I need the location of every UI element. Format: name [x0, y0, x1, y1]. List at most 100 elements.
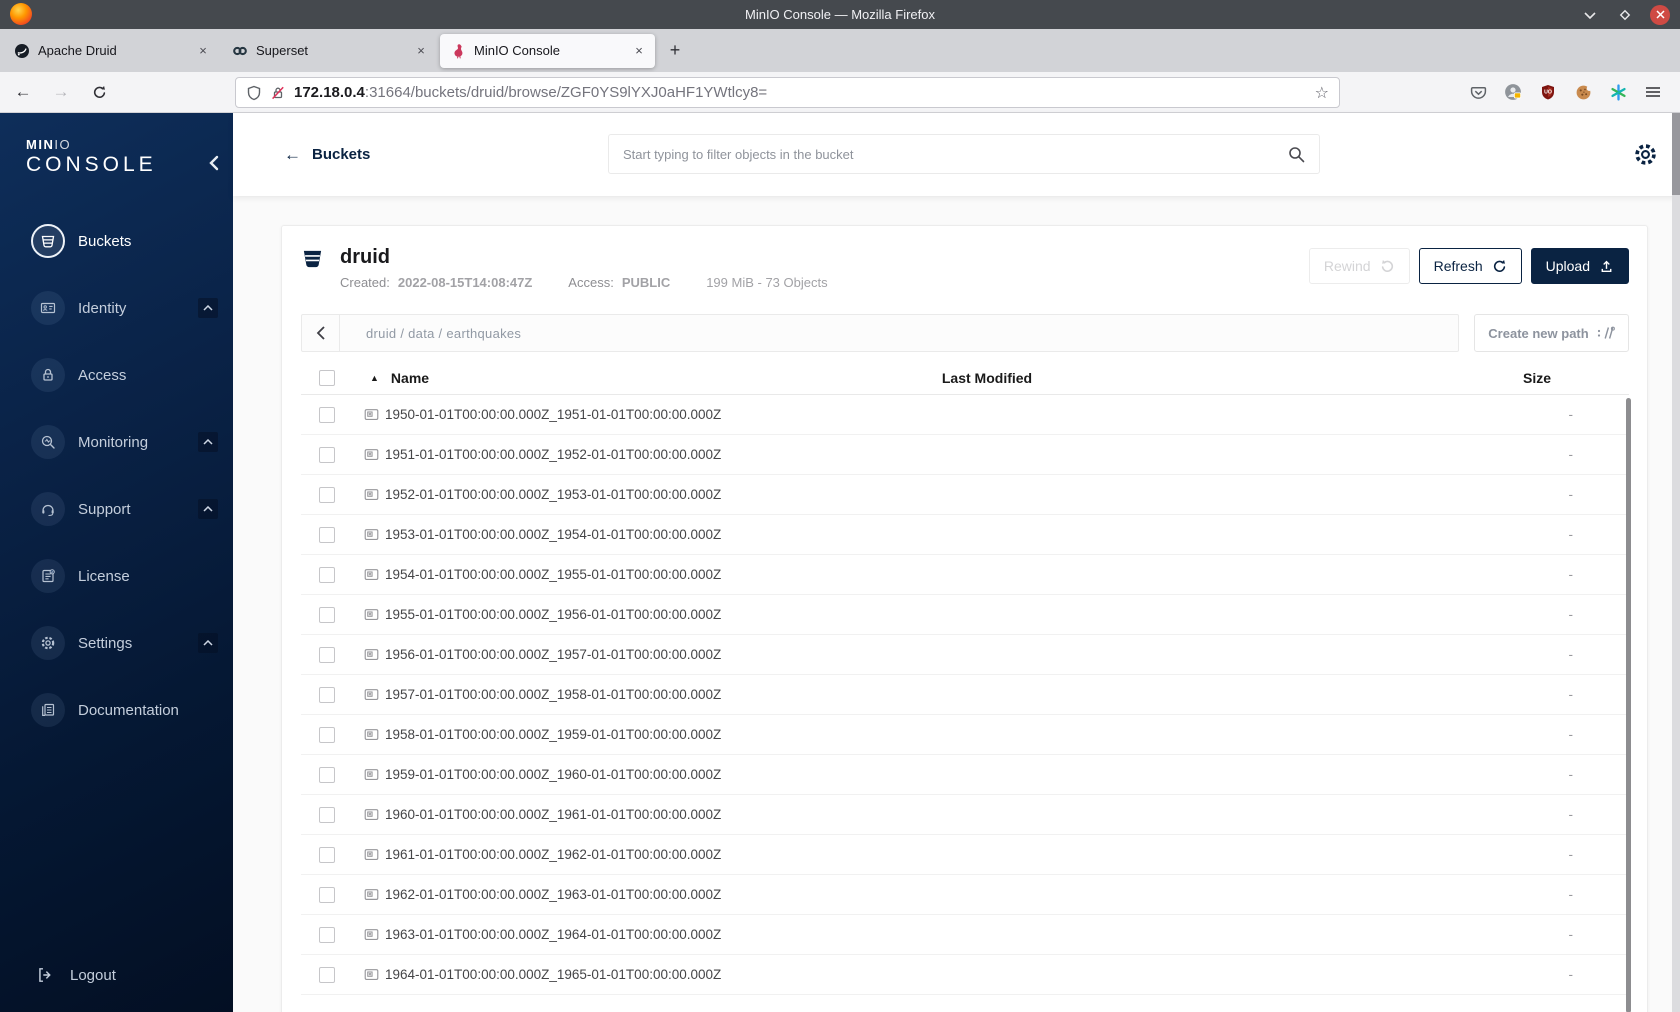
object-name[interactable]: 1955-01-01T00:00:00.000Z_1956-01-01T00:0… — [385, 607, 721, 622]
row-checkbox[interactable] — [319, 926, 335, 943]
sidebar-item-buckets[interactable]: Buckets — [0, 223, 233, 259]
object-name[interactable]: 1951-01-01T00:00:00.000Z_1952-01-01T00:0… — [385, 447, 721, 462]
sort-ascending-icon[interactable]: ▲ — [370, 373, 379, 383]
object-name[interactable]: 1957-01-01T00:00:00.000Z_1958-01-01T00:0… — [385, 687, 721, 702]
tab-superset[interactable]: Superset × — [222, 34, 437, 68]
upload-button[interactable]: Upload — [1530, 248, 1629, 284]
object-name[interactable]: 1959-01-01T00:00:00.000Z_1960-01-01T00:0… — [385, 767, 721, 782]
page-scrollbar[interactable] — [1672, 113, 1680, 1012]
table-row[interactable]: 1955-01-01T00:00:00.000Z_1956-01-01T00:0… — [301, 595, 1629, 635]
new-tab-button[interactable]: + — [662, 38, 688, 64]
create-new-path-button[interactable]: Create new path — [1474, 314, 1629, 352]
sidebar-item-access[interactable]: Access — [0, 357, 233, 393]
sidebar-item-license[interactable]: License — [0, 558, 233, 594]
row-checkbox[interactable] — [319, 646, 335, 663]
table-row[interactable]: 1950-01-01T00:00:00.000Z_1951-01-01T00:0… — [301, 395, 1629, 435]
row-checkbox[interactable] — [319, 966, 335, 983]
object-name[interactable]: 1960-01-01T00:00:00.000Z_1961-01-01T00:0… — [385, 807, 721, 822]
row-checkbox[interactable] — [319, 526, 335, 543]
reload-icon[interactable] — [84, 77, 114, 107]
maximize-diamond-icon[interactable] — [1615, 5, 1635, 25]
table-row[interactable]: 1953-01-01T00:00:00.000Z_1954-01-01T00:0… — [301, 515, 1629, 555]
settings-gear-icon[interactable] — [1633, 142, 1658, 167]
object-name[interactable]: 1964-01-01T00:00:00.000Z_1965-01-01T00:0… — [385, 967, 721, 982]
row-checkbox[interactable] — [319, 606, 335, 623]
minimize-chevron-icon[interactable] — [1580, 5, 1600, 25]
table-row[interactable]: 1952-01-01T00:00:00.000Z_1953-01-01T00:0… — [301, 475, 1629, 515]
sidebar-item-identity[interactable]: Identity — [0, 290, 233, 326]
sidebar-collapse-chevron-icon[interactable] — [208, 155, 219, 171]
sidebar-item-support[interactable]: Support — [0, 491, 233, 527]
tab-close-icon[interactable]: × — [629, 41, 649, 61]
path-back-chevron-icon[interactable] — [302, 315, 340, 351]
table-row[interactable]: 1951-01-01T00:00:00.000Z_1952-01-01T00:0… — [301, 435, 1629, 475]
row-checkbox[interactable] — [319, 846, 335, 863]
chevron-up-icon[interactable] — [198, 499, 218, 519]
table-row[interactable]: 1954-01-01T00:00:00.000Z_1955-01-01T00:0… — [301, 555, 1629, 595]
sidebar-item-settings[interactable]: Settings — [0, 625, 233, 661]
row-checkbox[interactable] — [319, 886, 335, 903]
row-checkbox[interactable] — [319, 406, 335, 423]
object-name[interactable]: 1963-01-01T00:00:00.000Z_1964-01-01T00:0… — [385, 927, 721, 942]
current-path[interactable]: druid / data / earthquakes — [340, 326, 521, 341]
menu-icon[interactable] — [1638, 77, 1668, 107]
tab-close-icon[interactable]: × — [193, 41, 213, 61]
column-header-size[interactable]: Size — [1187, 370, 1629, 386]
tab-apache-druid[interactable]: Apache Druid × — [4, 34, 219, 68]
chevron-up-icon[interactable] — [198, 432, 218, 452]
row-checkbox[interactable] — [319, 686, 335, 703]
cookie-icon[interactable] — [1568, 77, 1598, 107]
table-row[interactable]: 1956-01-01T00:00:00.000Z_1957-01-01T00:0… — [301, 635, 1629, 675]
select-all-checkbox[interactable] — [319, 370, 335, 386]
tab-close-icon[interactable]: × — [411, 41, 431, 61]
object-name[interactable]: 1962-01-01T00:00:00.000Z_1963-01-01T00:0… — [385, 887, 721, 902]
sidebar-item-monitoring[interactable]: Monitoring — [0, 424, 233, 460]
table-row[interactable]: 1961-01-01T00:00:00.000Z_1962-01-01T00:0… — [301, 835, 1629, 875]
row-checkbox[interactable] — [319, 446, 335, 463]
table-row[interactable]: 1957-01-01T00:00:00.000Z_1958-01-01T00:0… — [301, 675, 1629, 715]
object-name[interactable]: 1952-01-01T00:00:00.000Z_1953-01-01T00:0… — [385, 487, 721, 502]
column-header-last-modified[interactable]: Last Modified — [787, 370, 1187, 386]
search-input[interactable] — [623, 146, 1288, 162]
filter-objects-search[interactable] — [608, 134, 1320, 174]
sidebar-item-documentation[interactable]: Documentation — [0, 692, 233, 728]
extensions-asterisk-icon[interactable] — [1603, 77, 1633, 107]
object-name[interactable]: 1956-01-01T00:00:00.000Z_1957-01-01T00:0… — [385, 647, 721, 662]
table-row[interactable]: 1962-01-01T00:00:00.000Z_1963-01-01T00:0… — [301, 875, 1629, 915]
sidebar-item-logout[interactable]: Logout — [36, 966, 116, 984]
table-scrollbar-thumb[interactable] — [1626, 398, 1631, 1012]
bookmark-star-icon[interactable]: ☆ — [1315, 83, 1329, 103]
chevron-up-icon[interactable] — [198, 298, 218, 318]
object-name[interactable]: 1953-01-01T00:00:00.000Z_1954-01-01T00:0… — [385, 527, 721, 542]
row-checkbox[interactable] — [319, 486, 335, 503]
forward-button[interactable]: → — [46, 77, 76, 107]
table-row[interactable]: 1963-01-01T00:00:00.000Z_1964-01-01T00:0… — [301, 915, 1629, 955]
table-row[interactable]: 1958-01-01T00:00:00.000Z_1959-01-01T00:0… — [301, 715, 1629, 755]
column-header-name[interactable]: Name — [391, 370, 429, 386]
refresh-button[interactable]: Refresh — [1418, 248, 1522, 284]
row-checkbox[interactable] — [319, 806, 335, 823]
url-bar[interactable]: 172.18.0.4:31664/buckets/druid/browse/ZG… — [235, 77, 1340, 108]
object-name[interactable]: 1958-01-01T00:00:00.000Z_1959-01-01T00:0… — [385, 727, 721, 742]
back-to-buckets-button[interactable]: ← Buckets — [284, 145, 370, 165]
tab-minio-console[interactable]: MinIO Console × — [440, 33, 655, 68]
ublock-icon[interactable]: UO — [1533, 77, 1563, 107]
back-button[interactable]: ← — [8, 77, 38, 107]
account-icon[interactable] — [1498, 77, 1528, 107]
close-circle-icon[interactable] — [1650, 4, 1670, 25]
row-checkbox[interactable] — [319, 566, 335, 583]
table-row[interactable]: 1960-01-01T00:00:00.000Z_1961-01-01T00:0… — [301, 795, 1629, 835]
row-checkbox[interactable] — [319, 726, 335, 743]
chevron-up-icon[interactable] — [198, 633, 218, 653]
row-checkbox[interactable] — [319, 766, 335, 783]
rewind-button[interactable]: Rewind — [1308, 248, 1410, 284]
shield-icon[interactable] — [246, 85, 262, 101]
lock-slash-icon[interactable] — [270, 85, 286, 101]
object-name[interactable]: 1950-01-01T00:00:00.000Z_1951-01-01T00:0… — [385, 407, 721, 422]
table-row[interactable]: 1964-01-01T00:00:00.000Z_1965-01-01T00:0… — [301, 955, 1629, 995]
page-scrollbar-thumb[interactable] — [1672, 113, 1680, 195]
object-name[interactable]: 1961-01-01T00:00:00.000Z_1962-01-01T00:0… — [385, 847, 721, 862]
table-row[interactable]: 1959-01-01T00:00:00.000Z_1960-01-01T00:0… — [301, 755, 1629, 795]
object-name[interactable]: 1954-01-01T00:00:00.000Z_1955-01-01T00:0… — [385, 567, 721, 582]
pocket-icon[interactable] — [1463, 77, 1493, 107]
